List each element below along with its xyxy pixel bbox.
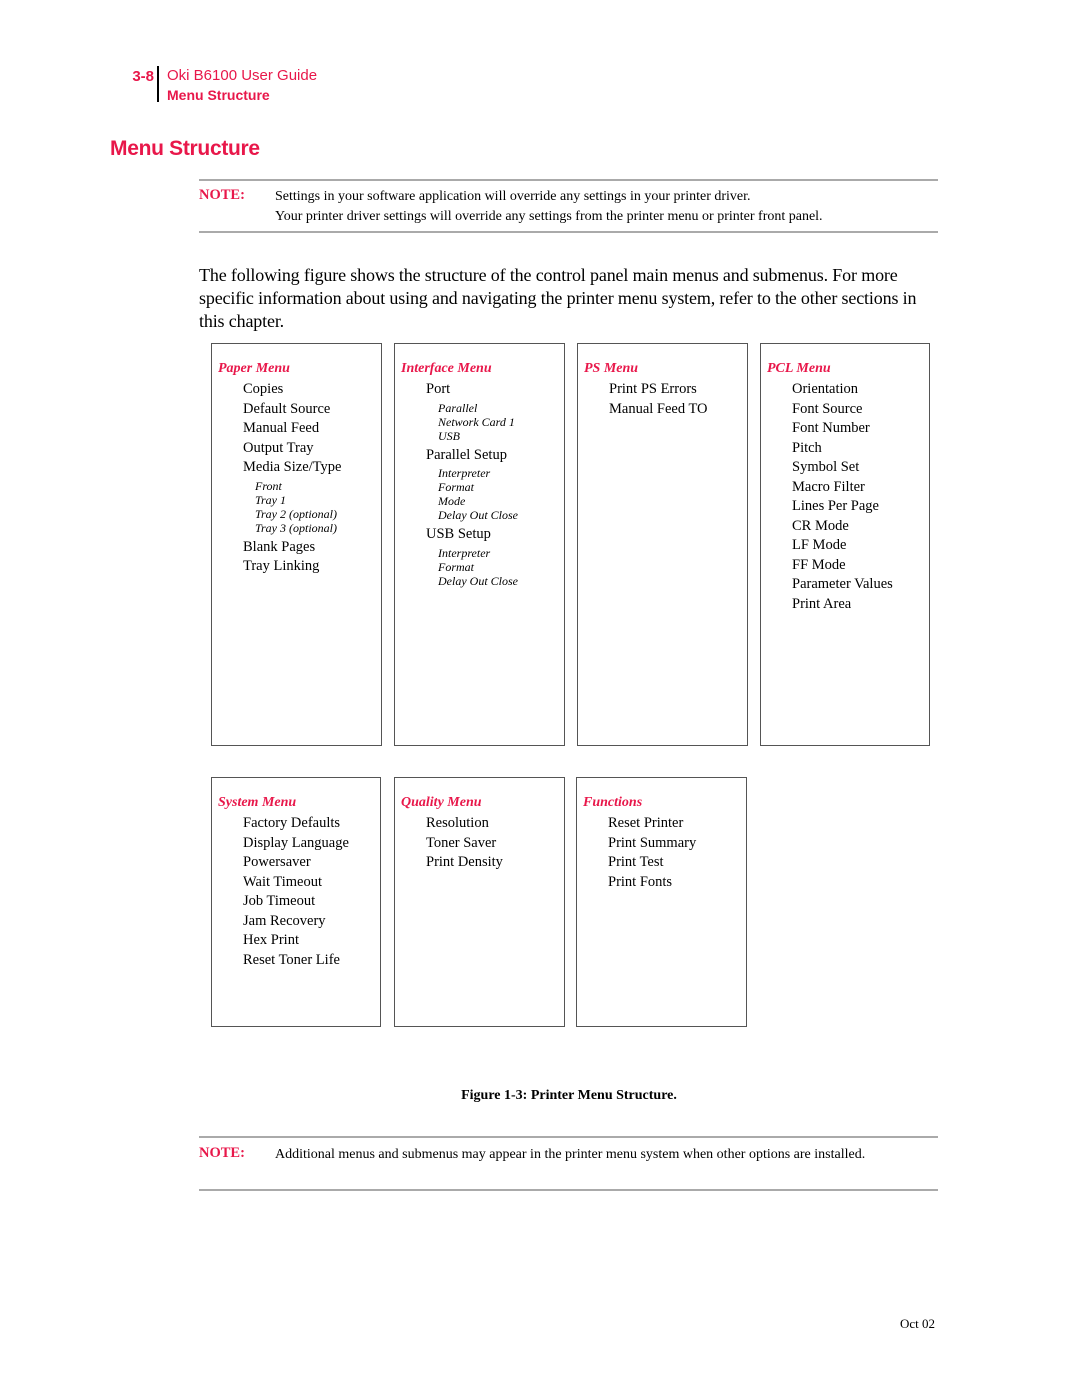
footer-date: Oct 02 xyxy=(900,1316,936,1331)
menu-item-list: Print PS Errors Manual Feed TO xyxy=(609,380,708,419)
submenu-item: Interpreter xyxy=(438,545,491,560)
submenu-item: Mode xyxy=(438,494,466,508)
menu-item-list: Port Parallel Network Card 1 USB Parallel Se… xyxy=(426,380,518,591)
menu-title: Functions xyxy=(583,795,643,810)
menu-item: LF Mode xyxy=(792,537,847,553)
menu-item-list: Copies Default Source Manual Feed Output Tr… xyxy=(243,380,341,577)
menu-item: Powersaver xyxy=(243,854,311,870)
menu-item: Lines Per Page xyxy=(792,498,879,514)
note-bottom: NOTE: Additional menus and submenus may … xyxy=(199,1136,938,1191)
note-top: NOTE: Settings in your software applicat… xyxy=(199,179,938,233)
menu-item: Resolution xyxy=(426,815,489,831)
note-text: Additional menus and submenus may appear… xyxy=(275,1147,866,1162)
menu-item: Print Fonts xyxy=(608,873,673,890)
menu-item: Parallel Setup xyxy=(426,446,507,463)
menu-item: Font Source xyxy=(792,400,863,417)
menu-item: FF Mode xyxy=(792,556,846,573)
menu-item: Display Language xyxy=(243,834,349,851)
menu-item-list: Resolution Toner Saver Print Density xyxy=(426,814,503,873)
menu-item: USB Setup xyxy=(426,526,491,542)
menu-title: PCL Menu xyxy=(767,361,831,376)
menu-box-pcl-menu: PCL Menu Orientation Font Source Font Numbe… xyxy=(760,343,930,746)
note-label: NOTE: xyxy=(199,187,245,203)
menu-item: Manual Feed xyxy=(243,420,320,436)
menu-item: Print Summary xyxy=(608,834,697,851)
page-title: Menu Structure xyxy=(110,137,260,160)
menu-item: Job Timeout xyxy=(243,893,316,909)
menu-item: Tray Linking xyxy=(243,558,320,574)
menu-item: Manual Feed TO xyxy=(609,400,708,417)
submenu-item: Network Card 1 xyxy=(438,414,515,429)
submenu-item: Parallel xyxy=(438,400,478,415)
menu-item-list: Factory Defaults Display Language Powersav… xyxy=(243,814,349,970)
menu-item: Macro Filter xyxy=(792,478,865,495)
page-number: 3-8 xyxy=(132,68,154,85)
menu-item: Toner Saver xyxy=(426,834,497,851)
menu-item: CR Mode xyxy=(792,517,849,534)
submenu-item: Front xyxy=(255,478,282,493)
menu-item: Font Number xyxy=(792,420,870,436)
menu-item-list: Reset Printer Print Summary Print Test Prin… xyxy=(608,814,696,892)
menu-item: Orientation xyxy=(792,381,859,397)
body-paragraph: The following figure shows the structure… xyxy=(199,265,917,331)
submenu-group: Interpreter Format Mode Delay Out Close xyxy=(426,466,518,522)
note-line: Your printer driver settings will overri… xyxy=(275,208,823,224)
submenu-item: Tray 3 (optional) xyxy=(255,520,338,535)
menu-title: System Menu xyxy=(218,795,297,810)
menu-box-paper-menu: Paper Menu Copies Default Source Manual Fee… xyxy=(211,343,382,746)
menu-box-system-menu: System Menu Factory Defaults Display Langu… xyxy=(211,777,381,1027)
menu-item: Pitch xyxy=(792,439,822,456)
menu-title: Interface Menu xyxy=(401,361,492,376)
menu-item: Output Tray xyxy=(243,439,314,456)
menu-item: Blank Pages xyxy=(243,538,316,555)
menu-item-list: Orientation Font Source Font Number Pitch Sy… xyxy=(792,380,893,614)
menu-item: Symbol Set xyxy=(792,459,860,475)
menu-item: Reset Toner Life xyxy=(243,951,340,968)
menu-item: Print Density xyxy=(426,854,503,870)
submenu-group: Interpreter Format Delay Out Close xyxy=(426,546,518,588)
menu-item: Hex Print xyxy=(243,932,299,948)
menu-title: Paper Menu xyxy=(218,361,290,376)
menu-box-ps-menu: PS Menu Print PS Errors Manual Feed TO xyxy=(577,343,748,746)
menu-item: Copies xyxy=(243,381,284,397)
submenu-item: USB xyxy=(438,428,460,443)
menu-item: Jam Recovery xyxy=(243,912,326,929)
header-divider xyxy=(157,66,159,102)
submenu-item: Delay Out Close xyxy=(438,508,518,522)
submenu-item: Format xyxy=(438,559,474,574)
menu-item: Print PS Errors xyxy=(609,381,697,397)
menu-item: Wait Timeout xyxy=(243,873,322,890)
submenu-item: Tray 2 (optional) xyxy=(255,506,338,521)
note-text: Settings in your software application wi… xyxy=(275,187,935,226)
menu-item: Print Test xyxy=(608,854,664,870)
menu-item: Print Area xyxy=(792,595,852,612)
note-line: Settings in your software application wi… xyxy=(275,189,751,204)
section-subtitle: Menu Structure xyxy=(167,87,270,103)
menu-title: PS Menu xyxy=(584,361,639,376)
menu-item: Parameter Values xyxy=(792,576,893,592)
menu-box-quality-menu: Quality Menu Resolution Toner Saver Print D… xyxy=(394,777,565,1027)
menu-box-functions: Functions Reset Printer Print Summary Print… xyxy=(576,777,747,1027)
menu-item: Factory Defaults xyxy=(243,815,341,831)
submenu-item: Tray 1 xyxy=(255,492,287,507)
submenu-item: Delay Out Close xyxy=(438,573,518,588)
submenu-item: Interpreter xyxy=(438,466,491,480)
note-label: NOTE: xyxy=(199,1145,245,1161)
figure-caption: Figure 1-3: Printer Menu Structure. xyxy=(461,1088,677,1103)
submenu-group: Parallel Network Card 1 USB xyxy=(426,401,518,443)
menu-item: Reset Printer xyxy=(608,815,684,831)
submenu-item: Format xyxy=(438,480,474,494)
submenu-group: Front Tray 1 Tray 2 (optional) Tray 3 (opti… xyxy=(243,479,341,535)
menu-item: Default Source xyxy=(243,400,331,417)
menu-box-interface-menu: Interface Menu Port Parallel Network Card 1… xyxy=(394,343,565,746)
menu-title: Quality Menu xyxy=(401,795,482,810)
guide-title: Oki B6100 User Guide xyxy=(167,67,318,84)
menu-item: Media Size/Type xyxy=(243,459,342,475)
menu-item: Port xyxy=(426,381,451,397)
